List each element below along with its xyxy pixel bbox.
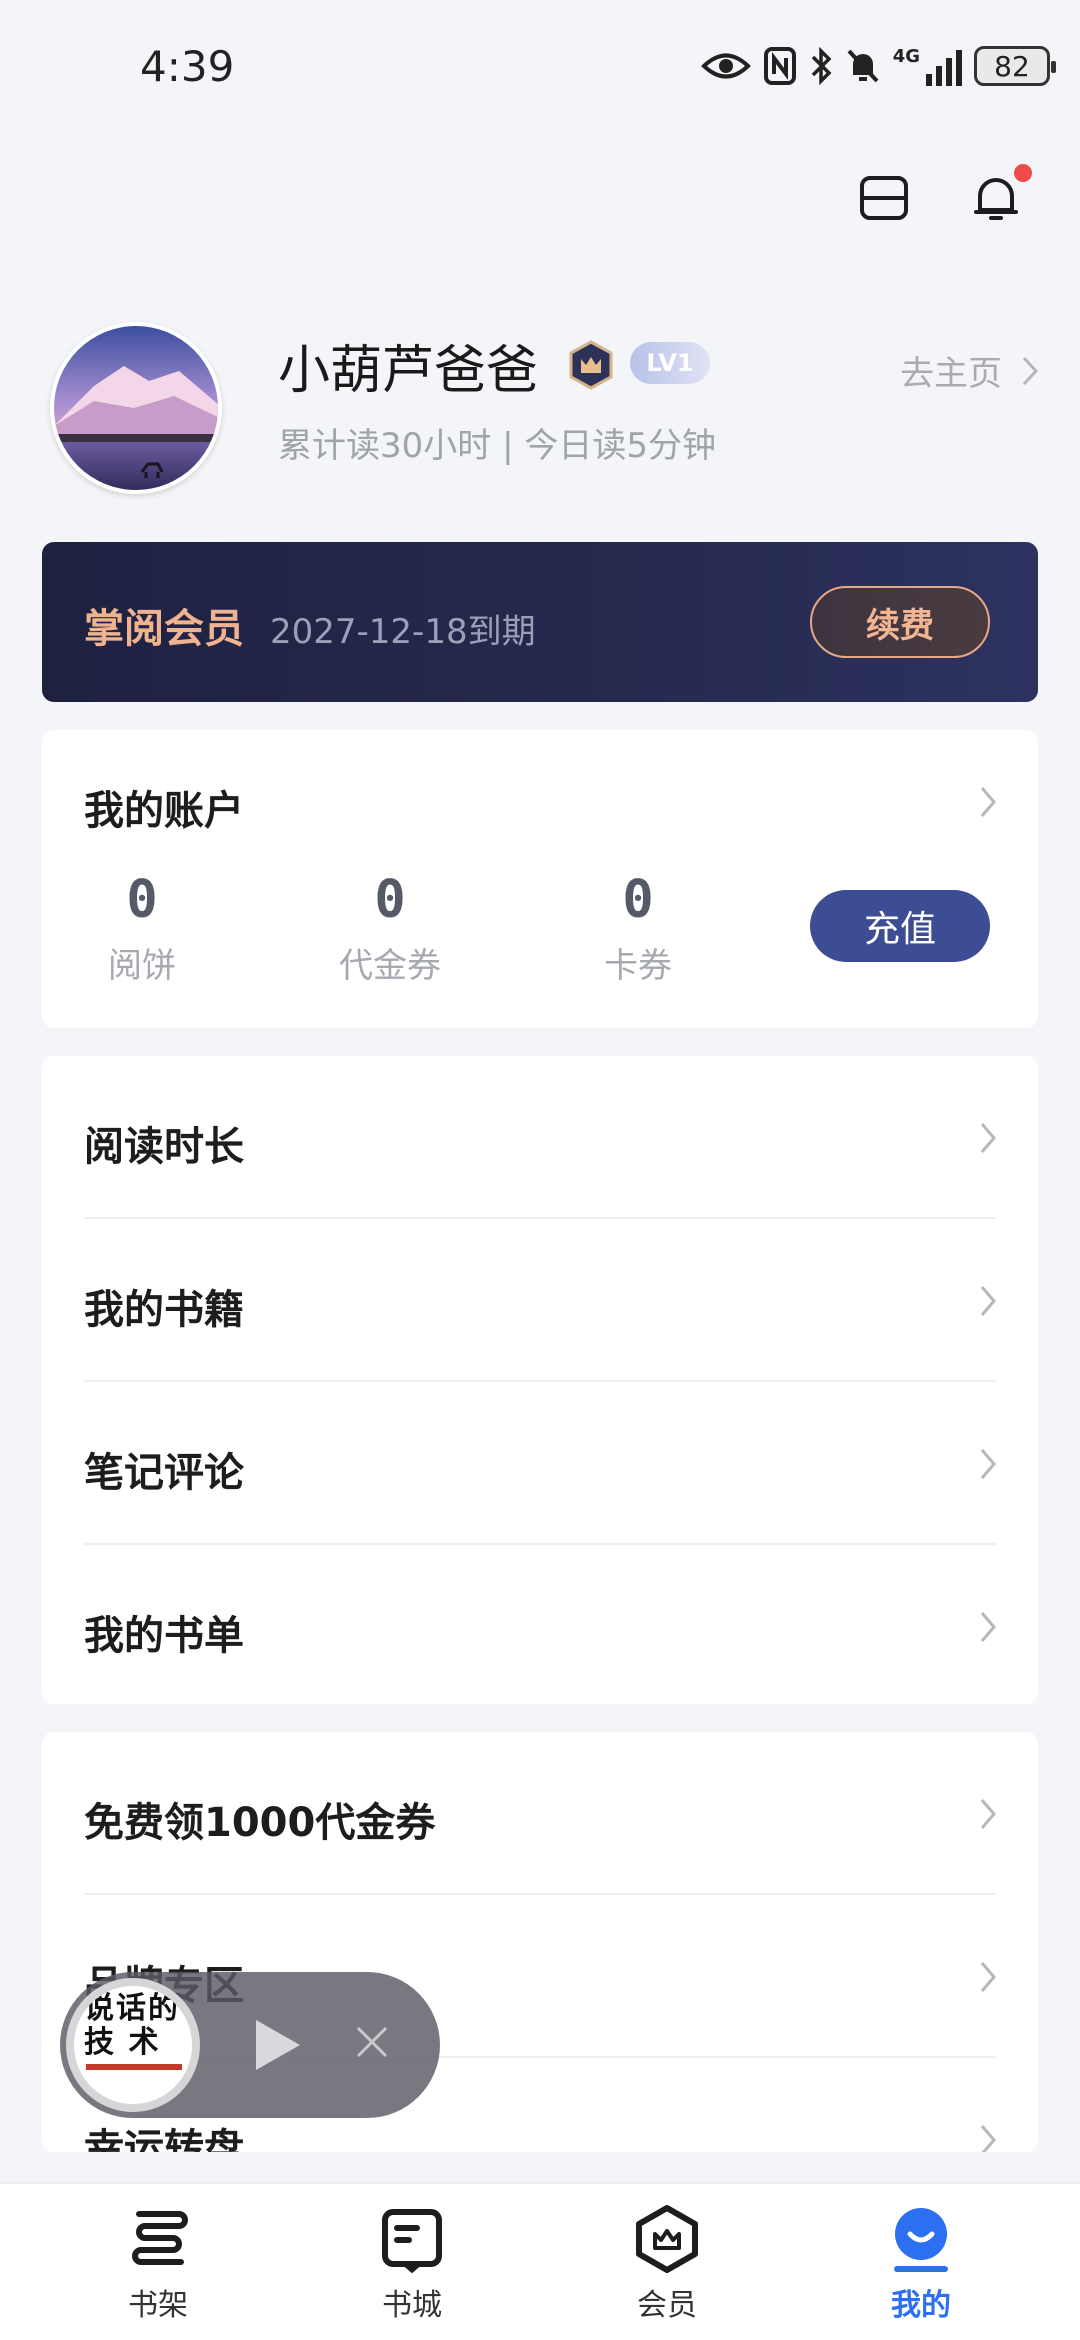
signal-icon: 4G	[893, 46, 962, 86]
account-item-label: 卡券	[604, 946, 672, 986]
network-type-label: 4G	[892, 46, 920, 67]
bookstore-icon	[382, 2209, 442, 2274]
eye-icon	[700, 53, 751, 79]
cover-stripe	[86, 2064, 182, 2070]
mini-audio-player[interactable]: 说话的技 术	[60, 1972, 440, 2118]
chevron-right-icon	[980, 1962, 996, 1992]
account-item-value: 0	[374, 870, 406, 930]
chevron-right-icon	[980, 1123, 996, 1153]
account-item-card-coupon[interactable]: 0 卡券	[538, 870, 738, 987]
menu-item-free-voucher[interactable]: 免费领1000代金券	[42, 1732, 1038, 1895]
level-badge: LV1	[630, 342, 710, 384]
vip-title: 掌阅会员	[84, 606, 244, 652]
scan-icon[interactable]	[856, 170, 912, 226]
cover-title: 说话的技 术	[84, 1991, 180, 2060]
profile-icon	[894, 2208, 948, 2272]
close-icon[interactable]	[352, 2022, 392, 2062]
account-item-label: 代金券	[339, 946, 441, 986]
tab-profile[interactable]: 我的	[851, 2204, 991, 2324]
tab-label: 我的	[891, 2288, 951, 2323]
battery-level: 82	[994, 49, 1030, 83]
account-item-yuebing[interactable]: 0 阅饼	[42, 870, 242, 987]
chevron-right-icon	[1022, 356, 1039, 385]
tab-bookshelf[interactable]: 书架	[88, 2204, 228, 2324]
tab-label: 书城	[382, 2288, 442, 2323]
tab-label: 书架	[128, 2288, 188, 2323]
profile-header: 小葫芦爸爸 LV1 累计读30小时 | 今日读5分钟 去主页	[50, 322, 1040, 502]
menu-item-label: 我的书籍	[84, 1287, 244, 1333]
reading-stats: 累计读30小时 | 今日读5分钟	[278, 426, 716, 466]
status-time: 4:39	[140, 42, 235, 91]
tab-bookstore[interactable]: 书城	[342, 2204, 482, 2324]
mute-bell-icon	[847, 49, 879, 83]
vip-crown-badge-icon	[569, 340, 613, 390]
vip-icon	[636, 2205, 698, 2273]
menu-item-notes-comments[interactable]: 笔记评论	[42, 1382, 1038, 1545]
nfc-icon	[763, 47, 796, 85]
battery-icon: 82	[974, 46, 1056, 86]
menu-item-label: 免费领1000代金券	[84, 1800, 436, 1846]
menu-item-label: 阅读时长	[84, 1124, 244, 1170]
vip-expire-date: 2027-12-18到期	[270, 612, 536, 652]
home-link[interactable]: 去主页	[900, 346, 1040, 395]
username: 小葫芦爸爸	[278, 341, 539, 401]
notification-dot	[1014, 164, 1032, 182]
account-title[interactable]: 我的账户	[84, 778, 244, 836]
home-link-label: 去主页	[900, 354, 1002, 394]
tab-label: 会员	[637, 2288, 697, 2323]
menu-item-label: 幸运转盘	[84, 2126, 244, 2152]
chevron-right-icon	[980, 1799, 996, 1829]
menu-item-label: 笔记评论	[84, 1450, 244, 1496]
bottom-navigation: 书架 书城 会员 我的	[0, 2182, 1080, 2340]
chevron-right-icon	[980, 1286, 996, 1316]
account-card: 我的账户 0 阅饼 0 代金券 0 卡券 充值	[42, 730, 1038, 1028]
chevron-right-icon	[980, 1449, 996, 1479]
menu-item-my-booklists[interactable]: 我的书单	[42, 1545, 1038, 1708]
account-item-label: 阅饼	[108, 946, 176, 986]
bluetooth-icon	[811, 46, 832, 86]
chevron-right-icon[interactable]	[978, 784, 998, 820]
tab-vip[interactable]: 会员	[597, 2204, 737, 2324]
play-icon[interactable]	[248, 2016, 304, 2074]
account-item-value: 0	[126, 870, 158, 930]
bookshelf-icon	[132, 2211, 188, 2265]
status-bar: 4:39 4G 82	[0, 0, 1080, 140]
menu-item-my-books[interactable]: 我的书籍	[42, 1219, 1038, 1382]
avatar[interactable]	[50, 322, 222, 494]
vip-membership-card[interactable]: 掌阅会员 2027-12-18到期 续费	[42, 542, 1038, 702]
chevron-right-icon	[980, 1612, 996, 1642]
status-icons: 4G 82	[700, 44, 1056, 88]
recharge-button[interactable]: 充值	[810, 890, 990, 962]
account-item-value: 0	[622, 870, 654, 930]
book-cover-thumbnail[interactable]: 说话的技 术	[66, 1978, 200, 2112]
header-actions	[856, 164, 1032, 226]
account-item-voucher[interactable]: 0 代金券	[290, 870, 490, 987]
bell-icon[interactable]	[968, 164, 1032, 226]
renew-button[interactable]: 续费	[810, 586, 990, 658]
menu-group-1: 阅读时长 我的书籍 笔记评论 我的书单	[42, 1056, 1038, 1704]
chevron-right-icon	[980, 2125, 996, 2152]
menu-item-label: 我的书单	[84, 1613, 244, 1659]
menu-item-reading-time[interactable]: 阅读时长	[42, 1056, 1038, 1219]
